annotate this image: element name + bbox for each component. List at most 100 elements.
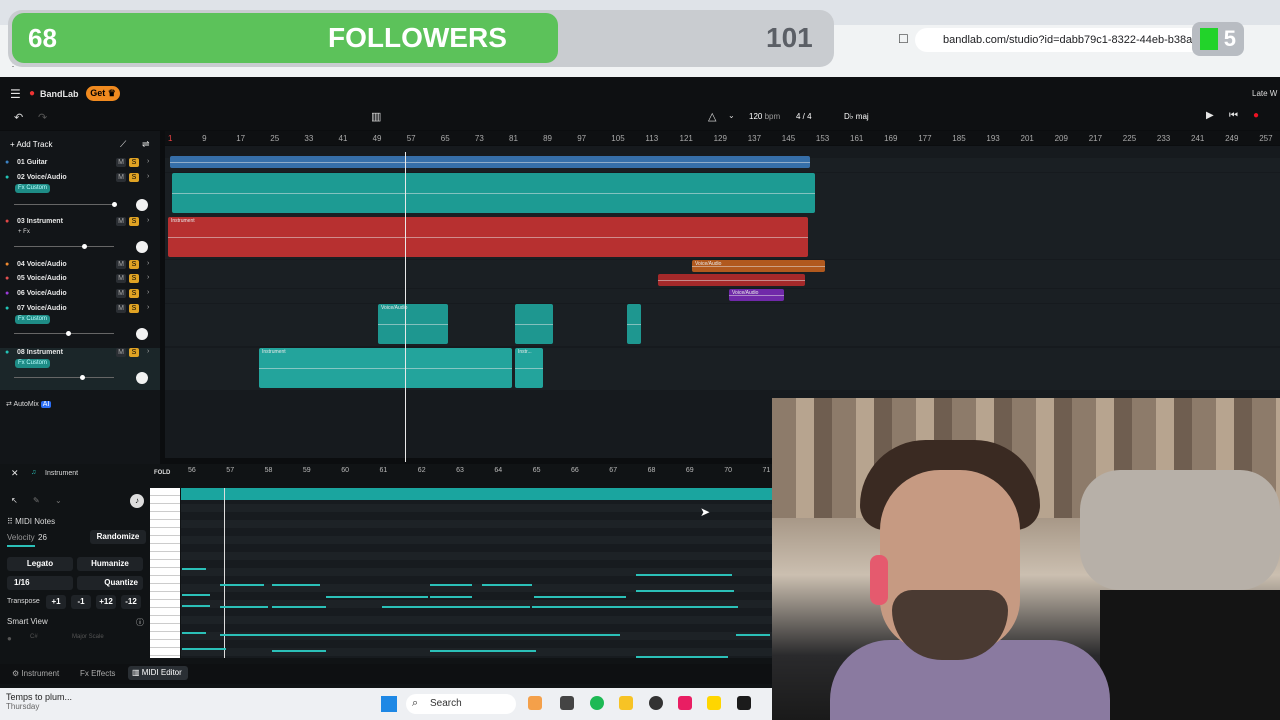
midi-note[interactable] [736,634,770,636]
mute-button[interactable]: M [116,260,126,269]
rewind-icon[interactable]: ⏮ [1229,110,1238,121]
track-row[interactable]: ● 08 Instrument M S › Fx Custom [0,348,160,390]
add-track-button[interactable]: + Add Track [10,140,52,149]
track-row[interactable]: ● 04 Voice/Audio M S › [0,260,160,274]
taskbar-search[interactable]: Search [406,694,516,714]
transpose-plus12-button[interactable]: +12 [96,595,116,609]
quantize-button[interactable]: Quantize [77,576,143,590]
solo-button[interactable]: S [129,274,139,283]
solo-button[interactable]: S [129,348,139,357]
midi-note[interactable] [430,650,536,652]
time-signature[interactable]: 4 / 4 [796,112,812,121]
mute-button[interactable]: M [116,274,126,283]
chevron-right-icon[interactable]: › [147,158,149,165]
automix-label[interactable]: ⇄ AutoMix AI [6,400,52,408]
chevron-right-icon[interactable]: › [147,304,149,311]
tiktok-icon[interactable] [678,696,692,710]
midi-note[interactable] [182,605,210,607]
midi-note[interactable] [532,606,738,608]
spotify-icon[interactable] [590,696,604,710]
tab-effects[interactable]: Fx Effects [80,669,115,678]
chrome-icon[interactable] [649,696,663,710]
transpose-plus1-button[interactable]: +1 [46,595,66,609]
volume-slider[interactable] [14,202,117,207]
midi-note[interactable] [272,650,326,652]
fold-button[interactable]: FOLD [154,470,170,476]
fx-badge[interactable]: Fx Custom [15,184,51,193]
midi-note[interactable] [182,632,206,634]
clip[interactable] [627,304,641,344]
address-bar[interactable]: bandlab.com/studio?id=dabb79c1-8322-44eb… [915,28,1225,52]
clip[interactable]: Voice/Audio [692,260,825,272]
chevron-right-icon[interactable]: › [147,274,149,281]
chevron-right-icon[interactable]: › [147,289,149,296]
solo-button[interactable]: S [129,260,139,269]
clip[interactable] [170,156,810,168]
velocity-slider[interactable] [7,545,35,547]
midi-note[interactable] [182,568,206,570]
midi-playhead[interactable] [224,488,225,658]
volume-slider[interactable] [14,244,114,249]
midi-note[interactable] [636,656,728,658]
mute-button[interactable]: M [116,217,126,226]
redo-icon[interactable]: ↷ [38,111,47,124]
metronome-icon[interactable]: △ [708,110,716,123]
menu-icon[interactable]: ☰ [10,87,21,101]
windows-start-icon[interactable] [381,696,397,712]
track-row[interactable]: ● 06 Voice/Audio M S › [0,289,160,303]
chevron-right-icon[interactable]: › [147,260,149,267]
track-row[interactable]: ● 05 Voice/Audio M S › [0,274,160,288]
weather-widget[interactable]: Temps to plum... Thursday [6,692,72,711]
clip[interactable] [515,304,553,344]
volume-slider[interactable] [14,375,114,380]
legato-button[interactable]: Legato [7,557,73,571]
clip[interactable] [658,274,805,286]
record-icon[interactable]: ● [1253,110,1259,121]
midi-note[interactable] [636,574,732,576]
midi-ruler[interactable]: 56 57 58 59 60 61 62 63 64 65 66 67 68 69 70 71 [180,464,772,478]
midi-note[interactable] [272,606,326,608]
select-tool-icon[interactable]: ⌄ [55,496,62,505]
transpose-minus1-button[interactable]: -1 [71,595,91,609]
live-icon[interactable] [707,696,721,710]
track-name[interactable]: 02 Voice/Audio [17,174,67,181]
clip[interactable] [172,173,815,213]
smart-view-toggle[interactable]: ● [7,634,12,643]
bookmark-icon[interactable]: ☐ [898,32,909,46]
tab-midi-editor[interactable]: ▥ MIDI Editor [128,666,188,680]
widget-icon[interactable] [528,696,542,710]
solo-button[interactable]: S [129,173,139,182]
pan-knob[interactable] [136,372,148,384]
midi-note[interactable] [220,606,268,608]
close-icon[interactable]: ✕ [11,468,19,479]
track-row[interactable]: ● 03 Instrument M S › + Fx [0,217,160,259]
wand-icon[interactable]: ⟋ [120,139,126,150]
pan-knob[interactable] [136,241,148,253]
chevron-right-icon[interactable]: › [147,217,149,224]
solo-button[interactable]: S [129,304,139,313]
playhead[interactable] [405,152,406,462]
midi-note[interactable] [182,594,210,596]
mute-button[interactable]: M [116,289,126,298]
mute-button[interactable]: M [116,173,126,182]
key-select[interactable]: C# [30,634,38,640]
transpose-minus12-button[interactable]: -12 [121,595,141,609]
undo-icon[interactable]: ↶ [14,111,23,124]
humanize-button[interactable]: Humanize [77,557,143,571]
clip[interactable]: Voice/Audio [378,304,448,344]
solo-button[interactable]: S [129,158,139,167]
midi-note[interactable] [482,606,530,608]
track-name[interactable]: 05 Voice/Audio [17,275,67,282]
velocity-value[interactable]: 26 [38,533,47,542]
play-icon[interactable]: ▶ [1206,110,1214,121]
track-name[interactable]: 03 Instrument [17,218,63,225]
midi-note[interactable] [430,596,472,598]
chevron-right-icon[interactable]: › [147,173,149,180]
volume-slider[interactable] [14,331,114,336]
clip[interactable]: Instrument [259,348,512,388]
pan-knob[interactable] [136,328,148,340]
track-row[interactable]: ● 02 Voice/Audio M S › Fx Custom [0,173,160,217]
midi-note[interactable] [636,590,734,592]
chevron-right-icon[interactable]: › [147,348,149,355]
solo-button[interactable]: S [129,217,139,226]
